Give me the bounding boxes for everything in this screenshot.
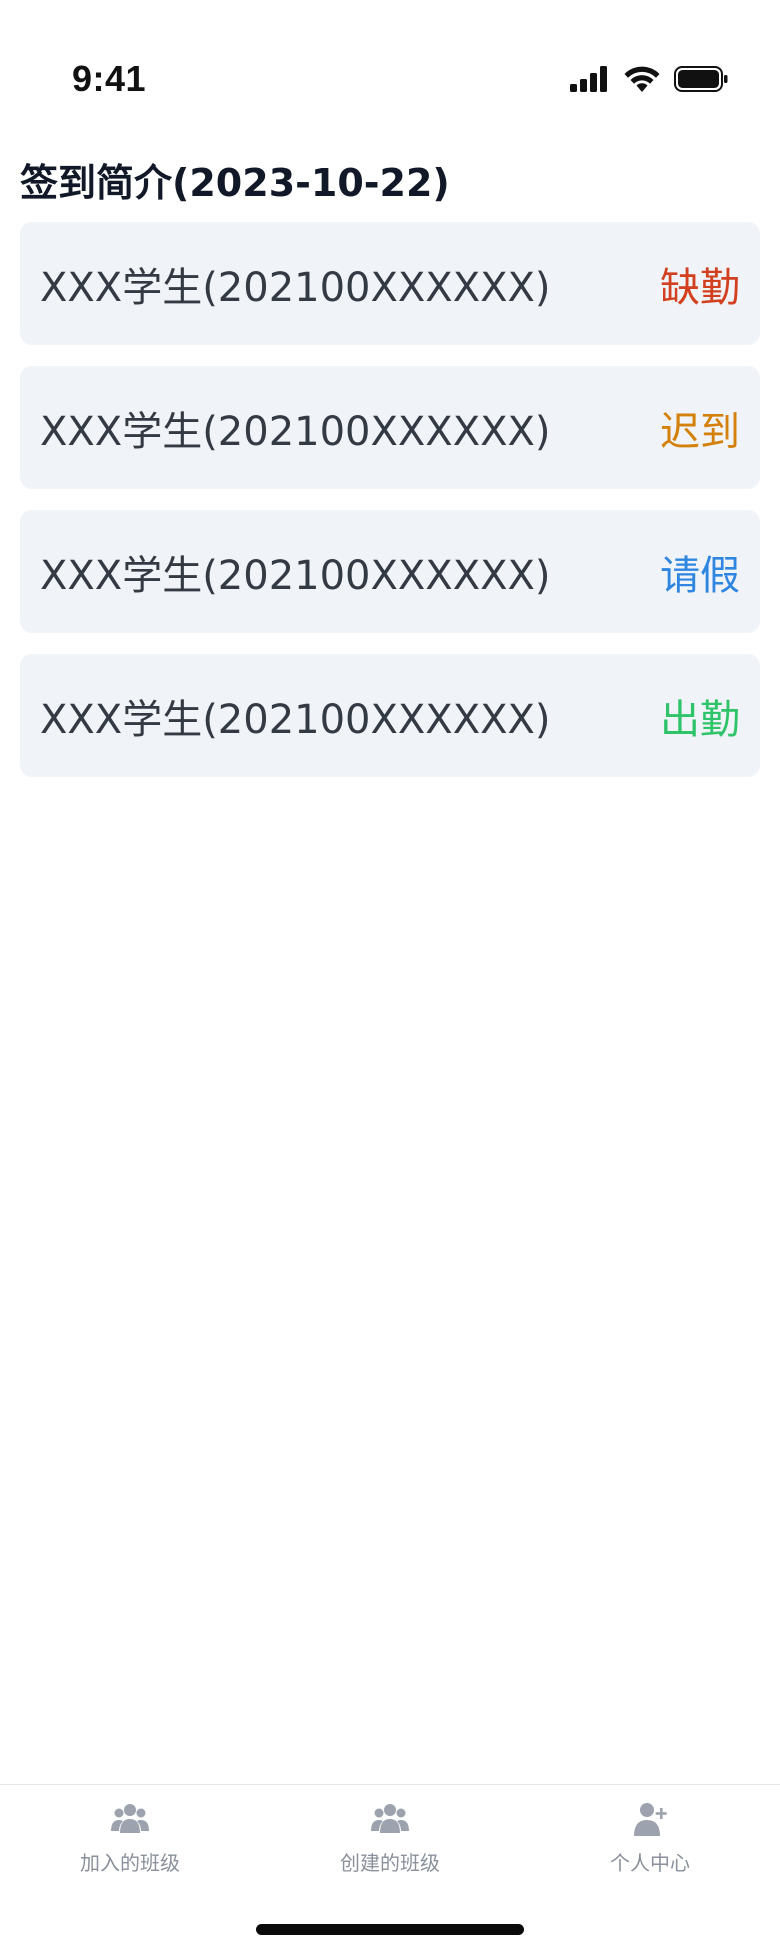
tab-created-classes[interactable]: 创建的班级 bbox=[290, 1799, 490, 1876]
attendance-row[interactable]: XXX学生(202100XXXXXX) 迟到 bbox=[20, 366, 760, 489]
attendance-row[interactable]: XXX学生(202100XXXXXX) 出勤 bbox=[20, 654, 760, 777]
student-name: XXX学生(202100XXXXXX) bbox=[40, 696, 551, 743]
student-name: XXX学生(202100XXXXXX) bbox=[40, 264, 551, 311]
attendance-status: 请假 bbox=[660, 552, 740, 599]
tab-label: 个人中心 bbox=[610, 1851, 690, 1875]
student-name: XXX学生(202100XXXXXX) bbox=[40, 408, 551, 455]
tab-label: 创建的班级 bbox=[340, 1851, 440, 1875]
attendance-status: 迟到 bbox=[660, 408, 740, 455]
student-name: XXX学生(202100XXXXXX) bbox=[40, 552, 551, 599]
user-add-icon bbox=[634, 1803, 667, 1836]
cellular-signal-icon bbox=[570, 66, 607, 92]
status-time: 9:41 bbox=[72, 58, 147, 99]
attendance-row[interactable]: XXX学生(202100XXXXXX) 缺勤 bbox=[20, 222, 760, 345]
page-title: 签到简介(2023-10-22) bbox=[20, 161, 450, 205]
group-icon bbox=[111, 1804, 149, 1833]
battery-icon bbox=[674, 66, 728, 92]
status-icons bbox=[570, 66, 728, 92]
tab-profile[interactable]: 个人中心 bbox=[550, 1799, 750, 1876]
app-screen: 9:41 签到简介(2023-10-22) XXX学生(202100XXXXXX… bbox=[0, 0, 780, 1952]
attendance-row[interactable]: XXX学生(202100XXXXXX) 请假 bbox=[20, 510, 760, 633]
wifi-icon bbox=[624, 66, 660, 92]
tab-joined-classes[interactable]: 加入的班级 bbox=[30, 1799, 230, 1876]
attendance-list: XXX学生(202100XXXXXX) 缺勤 XXX学生(202100XXXXX… bbox=[20, 222, 760, 777]
home-indicator bbox=[256, 1924, 524, 1935]
tab-label: 加入的班级 bbox=[80, 1851, 180, 1875]
group-icon bbox=[371, 1804, 409, 1833]
attendance-status: 缺勤 bbox=[660, 264, 740, 311]
attendance-status: 出勤 bbox=[660, 696, 740, 743]
status-bar: 9:41 bbox=[0, 0, 780, 150]
